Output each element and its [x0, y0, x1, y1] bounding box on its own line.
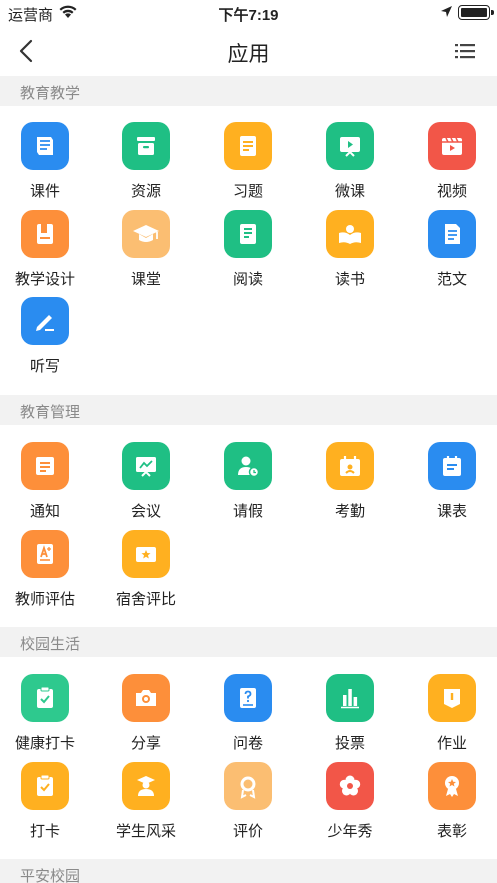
archive-box-icon: [122, 122, 170, 170]
list-icon: [455, 44, 475, 59]
app-student-showcase[interactable]: 学生风采: [101, 762, 191, 842]
app-exercises[interactable]: 习题: [203, 122, 293, 202]
open-book-icon: [224, 210, 272, 258]
section-title: 校园生活: [20, 636, 81, 653]
app-meeting[interactable]: 会议: [101, 442, 191, 522]
presentation-play-icon: [326, 122, 374, 170]
status-time: 下午7:19: [218, 7, 279, 24]
app-dorm-rating[interactable]: 宿舍评比: [101, 530, 191, 610]
section-header-campus-life: 校园生活: [0, 627, 497, 657]
app-label: 作业: [436, 735, 467, 752]
homework-icon: [428, 674, 476, 722]
medal-icon: [224, 762, 272, 810]
app-courseware[interactable]: 课件: [0, 122, 90, 202]
status-bar: 运营商 下午7:19: [0, 0, 497, 26]
app-questionnaire[interactable]: 问卷: [203, 674, 293, 754]
video-icon: [428, 122, 476, 170]
app-vote[interactable]: 投票: [305, 674, 395, 754]
app-label: 听写: [29, 358, 60, 375]
app-micro-lesson[interactable]: 微课: [305, 122, 395, 202]
app-evaluation[interactable]: 评价: [203, 762, 293, 842]
graduation-cap-icon: [122, 210, 170, 258]
app-label: 范文: [436, 271, 467, 288]
app-dictation[interactable]: 听写: [0, 297, 90, 377]
app-resources[interactable]: 资源: [101, 122, 191, 202]
app-label: 课表: [436, 503, 467, 520]
attendance-calendar-icon: [326, 442, 374, 490]
grade-a-icon: [21, 530, 69, 578]
battery-icon: [458, 5, 494, 20]
student-icon: [122, 762, 170, 810]
app-classroom[interactable]: 课堂: [101, 210, 191, 290]
list-menu-button[interactable]: [452, 39, 478, 63]
location-arrow-icon: [440, 5, 453, 22]
person-clock-icon: [224, 442, 272, 490]
section-header-teaching: 教育教学: [0, 76, 497, 106]
binder-icon: [21, 210, 69, 258]
flower-icon: [326, 762, 374, 810]
questionnaire-icon: [224, 674, 272, 722]
section-header-management: 教育管理: [0, 395, 497, 425]
nav-bar: 应用: [0, 26, 497, 76]
app-health-checkin[interactable]: 健康打卡: [0, 674, 90, 754]
app-share[interactable]: 分享: [101, 674, 191, 754]
camera-icon: [122, 674, 170, 722]
section-title: 教育教学: [20, 85, 81, 102]
page-title: 应用: [227, 43, 270, 66]
app-homework[interactable]: 作业: [407, 674, 497, 754]
award-ribbon-icon: [428, 762, 476, 810]
meeting-board-icon: [122, 442, 170, 490]
app-books[interactable]: 读书: [305, 210, 395, 290]
app-timetable[interactable]: 课表: [407, 442, 497, 522]
section-title: 平安校园: [20, 868, 81, 883]
app-commendation[interactable]: 表彰: [407, 762, 497, 842]
app-label: 视频: [436, 183, 467, 200]
article-icon: [428, 210, 476, 258]
section-header-safe-campus: 平安校园: [0, 859, 497, 883]
app-reading[interactable]: 阅读: [203, 210, 293, 290]
section-title: 教育管理: [20, 404, 81, 421]
app-model-essay[interactable]: 范文: [407, 210, 497, 290]
star-card-icon: [122, 530, 170, 578]
reader-icon: [326, 210, 374, 258]
app-checkin[interactable]: 打卡: [0, 762, 90, 842]
app-label: 表彰: [436, 823, 467, 840]
pencil-icon: [21, 297, 69, 345]
app-leave[interactable]: 请假: [203, 442, 293, 522]
health-check-icon: [21, 674, 69, 722]
notice-icon: [21, 442, 69, 490]
schedule-icon: [428, 442, 476, 490]
app-teacher-evaluation[interactable]: 教师评估: [0, 530, 90, 610]
app-notice[interactable]: 通知: [0, 442, 90, 522]
app-youth-show[interactable]: 少年秀: [305, 762, 395, 842]
app-video[interactable]: 视频: [407, 122, 497, 202]
bar-chart-icon: [326, 674, 374, 722]
clipboard-check-icon: [21, 762, 69, 810]
book-icon: [21, 122, 69, 170]
app-attendance[interactable]: 考勤: [305, 442, 395, 522]
document-icon: [224, 122, 272, 170]
app-label: 宿舍评比: [115, 591, 176, 608]
app-teaching-design[interactable]: 教学设计: [0, 210, 90, 290]
